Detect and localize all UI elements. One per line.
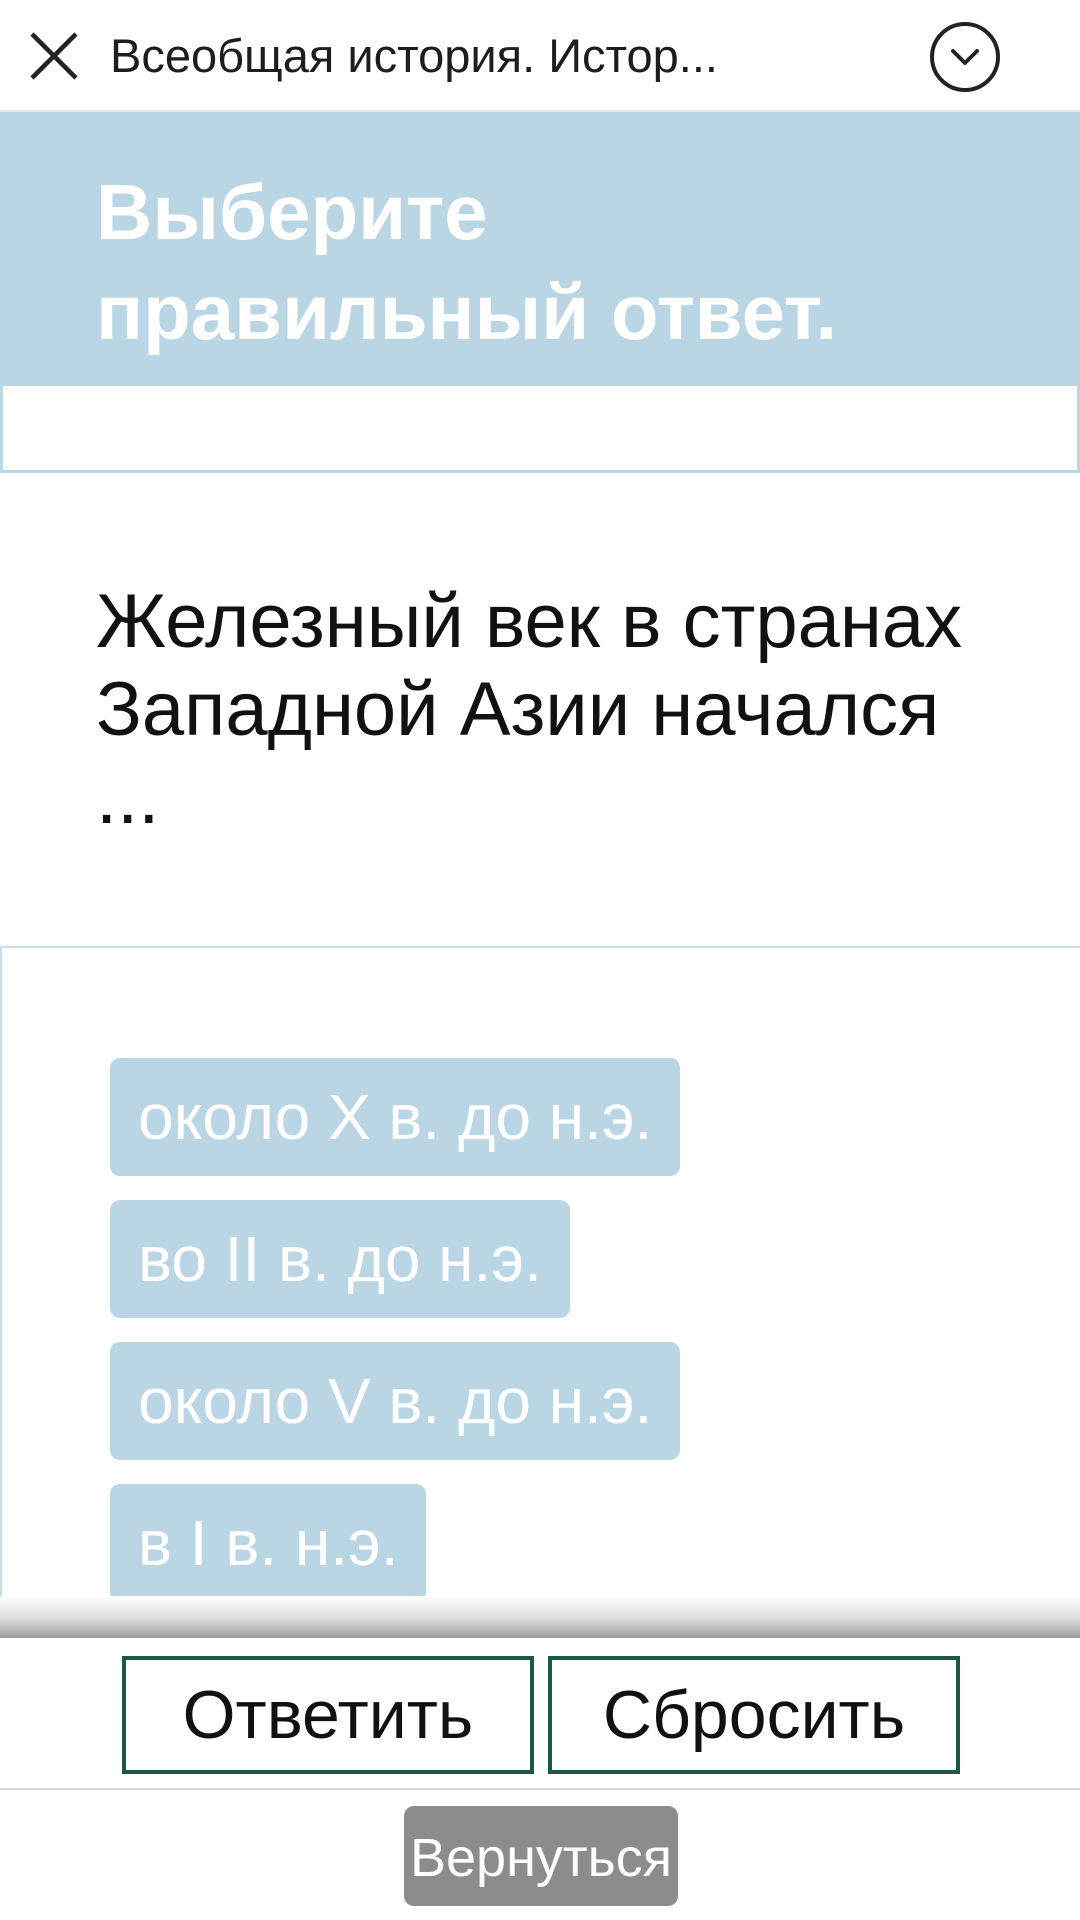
back-button[interactable]: Вернуться — [404, 1806, 678, 1906]
close-icon — [30, 32, 78, 80]
answer-button[interactable]: Ответить — [122, 1656, 534, 1774]
banner-empty-box — [0, 386, 1080, 473]
quiz-screen: Всеобщая история. Истор... Выберите прав… — [0, 0, 1080, 1920]
answer-option[interactable]: в I в. н.э. — [110, 1484, 427, 1598]
answer-option[interactable]: во II в. до н.э. — [110, 1200, 570, 1318]
question-text: Железный век в странах Западной Азии нач… — [96, 579, 963, 840]
close-button[interactable] — [24, 26, 84, 86]
instruction-banner: Выберите правильный ответ. — [0, 112, 1080, 386]
chevron-down-circle-icon — [930, 22, 1000, 92]
answer-option[interactable]: около X в. до н.э. — [110, 1058, 681, 1176]
bottom-bar-shadow — [0, 1596, 1080, 1638]
options-panel: около X в. до н.э. во II в. до н.э. окол… — [0, 946, 1080, 1598]
answer-option[interactable]: около V в. до н.э. — [110, 1342, 681, 1460]
bottom-action-bar: Ответить Сбросить Вернуться — [0, 1638, 1080, 1920]
instruction-title: Выберите правильный ответ. — [96, 168, 838, 356]
top-bar: Всеобщая история. Истор... — [0, 0, 1080, 112]
menu-button[interactable] — [928, 20, 1002, 94]
document-title: Всеобщая история. Истор... — [110, 29, 718, 82]
reset-button[interactable]: Сбросить — [548, 1656, 960, 1774]
divider — [0, 1788, 1080, 1790]
